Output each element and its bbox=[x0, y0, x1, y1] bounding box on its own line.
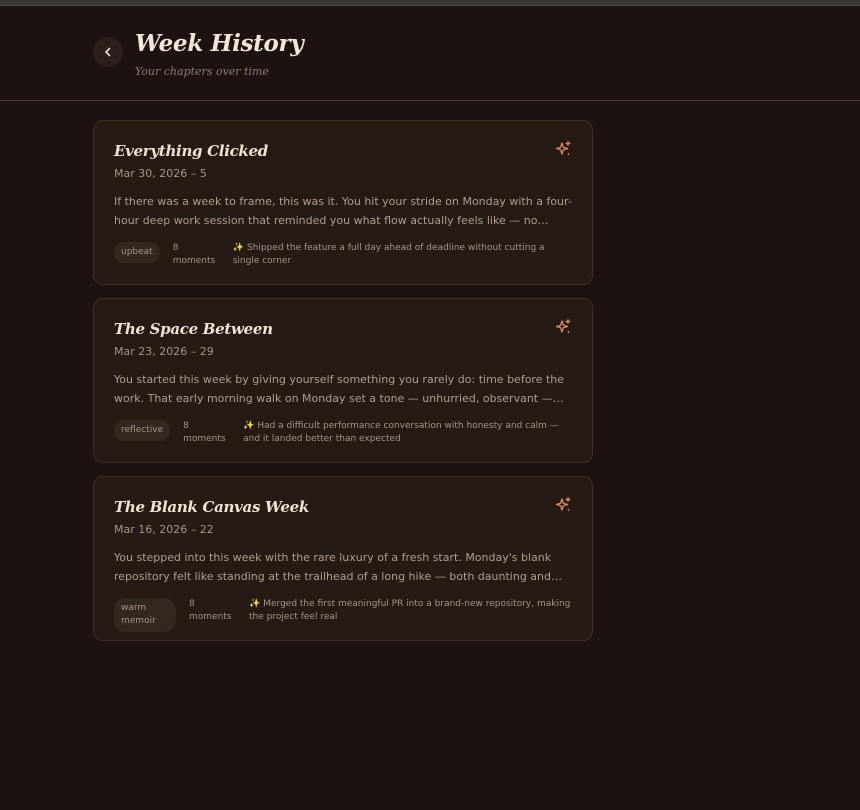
week-date-range: Mar 23, 2026 – 29 bbox=[114, 345, 214, 358]
moments-count: 8 moments bbox=[172, 243, 216, 266]
sparkles-icon[interactable] bbox=[554, 318, 572, 336]
week-highlight: ✨ Had a difficult performance conversatio… bbox=[243, 420, 572, 446]
tone-badge: upbeat bbox=[114, 242, 160, 263]
week-date-range: Mar 16, 2026 – 22 bbox=[114, 523, 214, 536]
page-title: Week History bbox=[135, 30, 304, 57]
sparkle-emoji-icon: ✨ bbox=[243, 421, 255, 431]
week-highlight: ✨ Merged the first meaningful PR into a b… bbox=[249, 598, 572, 624]
moments-count: 8 moments bbox=[183, 421, 226, 444]
moments-count: 8 moments bbox=[189, 599, 232, 622]
sparkle-emoji-icon: ✨ bbox=[232, 243, 244, 253]
week-list: Everything Clicked Mar 30, 2026 – 5 If t… bbox=[93, 120, 593, 654]
highlight-text: Shipped the feature a full day ahead of … bbox=[232, 243, 545, 266]
week-meta: warm memoir 8 moments ✨ Merged the first … bbox=[114, 598, 572, 632]
sparkles-icon[interactable] bbox=[554, 140, 572, 158]
week-date-range: Mar 30, 2026 – 5 bbox=[114, 167, 207, 180]
week-title: Everything Clicked bbox=[114, 142, 268, 160]
week-excerpt: You started this week by giving yourself… bbox=[114, 373, 565, 405]
week-card[interactable]: The Blank Canvas Week Mar 16, 2026 – 22 … bbox=[93, 476, 593, 641]
week-excerpt: You stepped into this week with the rare… bbox=[114, 551, 562, 583]
week-title: The Blank Canvas Week bbox=[114, 498, 309, 516]
page-subtitle: Your chapters over time bbox=[135, 65, 269, 78]
week-title: The Space Between bbox=[114, 320, 273, 338]
chevron-left-icon bbox=[105, 47, 111, 57]
sparkles-icon[interactable] bbox=[554, 496, 572, 514]
week-highlight: ✨ Shipped the feature a full day ahead of… bbox=[233, 242, 572, 268]
week-meta: reflective 8 moments ✨ Had a difficult pe… bbox=[114, 420, 572, 446]
highlight-text: Merged the first meaningful PR into a br… bbox=[249, 599, 571, 622]
week-card[interactable]: Everything Clicked Mar 30, 2026 – 5 If t… bbox=[93, 120, 593, 285]
page-header: Week History Your chapters over time bbox=[0, 6, 860, 101]
week-excerpt: If there was a week to frame, this was i… bbox=[114, 195, 572, 227]
highlight-text: Had a difficult performance conversation… bbox=[243, 421, 559, 444]
week-meta: upbeat 8 moments ✨ Shipped the feature a … bbox=[114, 242, 572, 268]
tone-badge: reflective bbox=[114, 420, 171, 441]
back-button[interactable] bbox=[93, 37, 123, 67]
week-card[interactable]: The Space Between Mar 23, 2026 – 29 You … bbox=[93, 298, 593, 463]
sparkle-emoji-icon: ✨ bbox=[249, 599, 261, 609]
tone-badge: warm memoir bbox=[114, 598, 176, 632]
